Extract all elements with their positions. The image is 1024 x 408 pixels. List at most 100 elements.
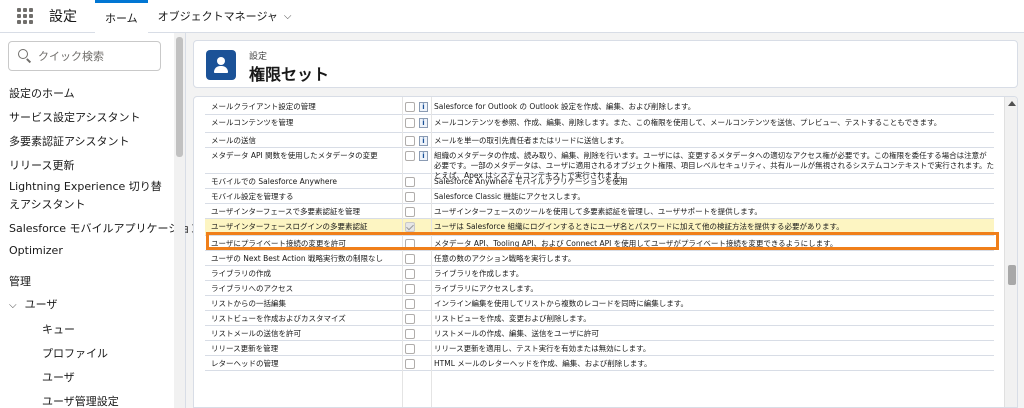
permission-description: インライン編集を使用してリストから複数のレコードを同時に編集します。 [434,299,689,308]
permission-row: モバイルでの Salesforce Anywhere Salesforce Any… [205,174,994,189]
sidebar-item-lightning-transition[interactable]: Lightning Experience 切り替えアシスタント [9,178,171,214]
tab-home-label: ホーム [105,11,138,25]
permission-name: ユーザインターフェースログインの多要素認証 [211,222,368,231]
permission-name: レターヘッドの管理 [211,359,279,368]
permission-description: ライブラリを作成します。 [434,269,524,278]
sidebar-item-profiles[interactable]: プロファイル [42,345,108,361]
sidebar-item-users[interactable]: ユーザ [42,369,75,385]
permission-checkbox[interactable] [405,269,415,279]
permission-checkbox[interactable] [405,329,415,339]
permission-checkbox[interactable] [405,359,415,369]
quick-find-input[interactable] [38,49,158,63]
permission-row: ユーザインターフェースで多要素認証を管理 ユーザインターフェースのツールを使用して… [205,204,994,219]
column-divider [402,97,403,407]
page-header: 設定 権限セット [193,40,1018,88]
quick-find-box[interactable] [8,41,161,71]
app-name: 設定 [49,9,77,25]
permission-row: リストからの一括編集 インライン編集を使用してリストから複数のレコードを同時に編集… [205,296,994,311]
search-icon [18,49,32,63]
sidebar-item-mfa-assistant[interactable]: 多要素認証アシスタント [9,133,130,149]
setup-sidebar: 設定のホーム サービス設定アシスタント 多要素認証アシスタント リリース更新 L… [0,33,201,408]
sidebar-item-mobile-app[interactable]: Salesforce モバイルアプリケーション [9,220,201,236]
sidebar-item-optimizer[interactable]: Optimizer [9,244,63,257]
permission-description: リストメールの作成、編集、送信をユーザに許可 [434,329,599,338]
sidebar-scroll-thumb[interactable] [176,37,183,157]
permission-name: リリース更新を管理 [211,344,279,353]
permission-name: メタデータ API 関数を使用したメタデータの変更 [211,151,378,160]
chevron-down-icon[interactable]: ⌵ [9,300,17,311]
permission-checkbox[interactable] [405,136,415,146]
permission-checkbox[interactable] [405,192,415,202]
tab-object-manager[interactable]: オブジェクトマネージャ ⌵ [148,0,296,33]
permission-name: ライブラリの作成 [211,269,271,278]
user-icon [213,57,229,73]
permissions-panel: メールクライアント設定の管理 i Salesforce for Outlook の … [193,96,1018,408]
info-icon[interactable]: i [419,151,428,161]
permission-name: ユーザインターフェースで多要素認証を管理 [211,207,361,216]
sidebar-item-user-management-settings[interactable]: ユーザ管理設定 [42,393,119,408]
app-launcher-icon[interactable] [17,8,33,24]
permission-checkbox[interactable] [405,177,415,187]
tab-home[interactable]: ホーム [95,0,148,33]
permission-name: メールの送信 [211,136,256,145]
permission-name: ライブラリへのアクセス [211,284,294,293]
tab-object-manager-label: オブジェクトマネージャ [157,10,278,23]
permission-description: ライブラリにアクセスします。 [434,284,538,293]
permission-row: メールの送信 i メールを単一の取引先責任者またはリードに送信します。 [205,133,994,148]
permission-row: メタデータ API 関数を使用したメタデータの変更 i 組織のメタデータの作成、読み… [205,148,994,180]
permission-checkbox[interactable] [405,299,415,309]
permission-checkbox[interactable] [405,344,415,354]
sidebar-scrollbar[interactable] [174,33,185,408]
main-panel: 設定 権限セット メールクライアント設定の管理 i Salesforce for O… [193,40,1019,408]
permission-row: モバイル設定を管理する Salesforce Classic 機能にアクセスします… [205,189,994,204]
permission-row: ユーザの Next Best Action 戦略実行数の制限なし 任意の数のアクシ… [205,251,994,266]
global-header: 設定 ホーム オブジェクトマネージャ ⌵ [0,0,1024,33]
info-icon[interactable]: i [419,102,428,112]
column-divider [431,97,432,407]
permission-row: リストビューを作成およびカスタマイズ リストビューを作成、変更および削除します。 [205,311,994,326]
permission-row: メールコンテンツを管理 i メールコンテンツを参照、作成、編集、削除します。また、こ… [205,115,994,133]
permission-checkbox[interactable] [405,102,415,112]
permission-description: Salesforce for Outlook の Outlook 設定を作成、編… [434,102,696,111]
permission-description: ユーザインターフェースのツールを使用して多要素認証を管理し、ユーザサポートを提供… [434,207,762,216]
permission-description: メールコンテンツを参照、作成、編集、削除します。また、この権限を使用して、メール… [434,118,942,127]
permission-name: メールクライアント設定の管理 [211,102,316,111]
page-title: 権限セット [249,65,330,84]
permission-description: リリース更新を適用し、テスト実行を有効または無効にします。 [434,344,651,353]
permission-name: リストからの一括編集 [211,299,286,308]
info-icon[interactable]: i [419,136,428,146]
permission-checkbox[interactable] [405,254,415,264]
sidebar-item-service-setup-assistant[interactable]: サービス設定アシスタント [9,109,141,125]
sidebar-section-administration: 管理 [9,275,31,288]
table-scrollbar[interactable] [1004,97,1017,407]
permission-row: レターヘッドの管理 HTML メールのレターヘッドを作成、編集、および削除します。 [205,356,994,371]
scroll-up-arrow-icon[interactable] [1008,101,1016,106]
sidebar-item-queues[interactable]: キュー [42,321,75,337]
table-scroll-thumb[interactable] [1008,265,1016,285]
permission-name: リストメールの送信を許可 [211,329,301,338]
permission-description: メールを単一の取引先責任者またはリードに送信します。 [434,136,629,145]
permission-checkbox[interactable] [405,207,415,217]
permission-set-icon [206,50,236,80]
permission-checkbox[interactable] [405,314,415,324]
permission-name: リストビューを作成およびカスタマイズ [211,314,346,323]
permission-row: リストメールの送信を許可 リストメールの作成、編集、送信をユーザに許可 [205,326,994,341]
info-icon[interactable]: i [419,118,428,128]
sidebar-item-setup-home[interactable]: 設定のホーム [9,85,75,101]
chevron-down-icon[interactable]: ⌵ [284,11,292,22]
permission-description: ユーザは Salesforce 組織にログインするときにユーザ名とパスワードに加… [434,222,844,231]
permission-name: モバイルでの Salesforce Anywhere [211,177,337,186]
permission-description: HTML メールのレターヘッドを作成、編集、および削除します。 [434,359,652,368]
sidebar-item-users-label: ユーザ [24,298,58,311]
permission-row: メールクライアント設定の管理 i Salesforce for Outlook の … [205,99,994,115]
permission-row: ライブラリへのアクセス ライブラリにアクセスします。 [205,281,994,296]
sidebar-item-release-updates[interactable]: リリース更新 [9,157,74,173]
permission-description: 任意の数のアクション戦略を実行します。 [434,254,576,263]
permission-description: リストビューを作成、変更および削除します。 [434,314,591,323]
permission-checkbox[interactable] [405,222,415,232]
permission-checkbox[interactable] [405,151,415,161]
permission-checkbox[interactable] [405,118,415,128]
permission-name: メールコンテンツを管理 [211,118,294,127]
permission-checkbox[interactable] [405,284,415,294]
sidebar-item-users-group[interactable]: ⌵ ユーザ [9,296,57,312]
